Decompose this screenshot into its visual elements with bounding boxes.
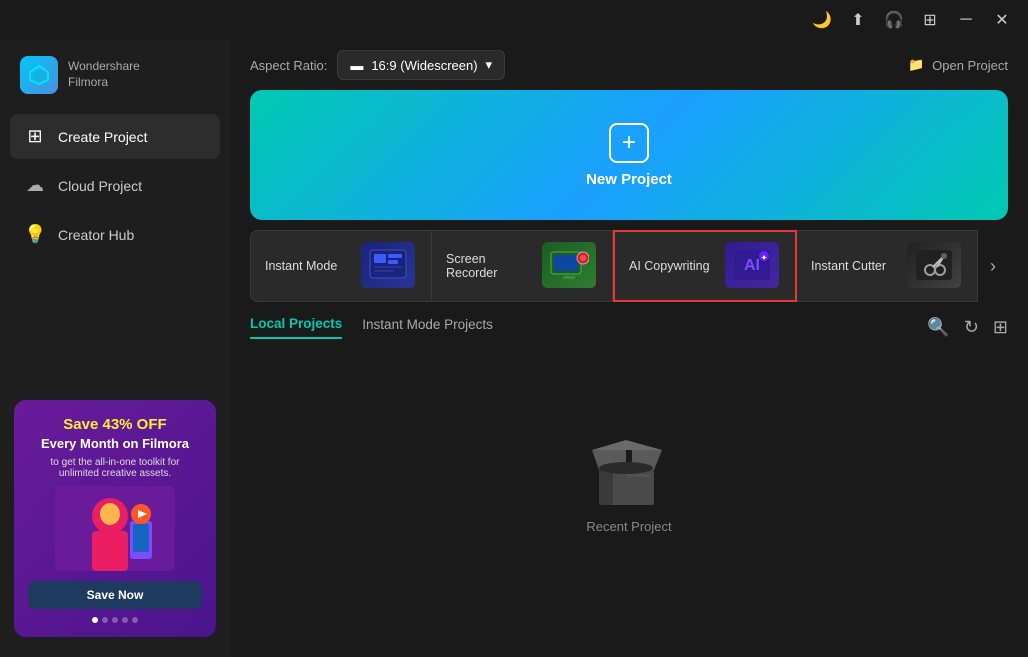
new-project-hero[interactable]: + New Project: [250, 90, 1008, 220]
sidebar-item-creator-hub[interactable]: 💡 Creator Hub: [10, 212, 220, 257]
instant-mode-icon: [361, 242, 415, 288]
screen-recorder-label: Screen Recorder: [446, 252, 536, 280]
new-project-label: New Project: [586, 171, 672, 188]
ad-dot-1: [92, 617, 98, 623]
instant-cutter-label: Instant Cutter: [811, 259, 886, 273]
grid-view-icon[interactable]: ⊞: [993, 317, 1008, 338]
aspect-ratio-icon: ▬: [350, 58, 363, 73]
mode-card-instant-mode[interactable]: Instant Mode HOT: [250, 230, 432, 302]
sidebar-ad: Save 43% OFF Every Month on Filmora to g…: [14, 400, 216, 637]
sidebar-item-cloud-project[interactable]: ☁ Cloud Project: [10, 163, 220, 208]
sidebar-item-label: Creator Hub: [58, 227, 134, 243]
mode-card-screen-recorder[interactable]: Screen Recorder: [432, 230, 613, 302]
ad-image-area: [28, 483, 202, 573]
ad-subtitle: to get the all-in-one toolkit forunlimit…: [28, 457, 202, 479]
sidebar-item-create-project[interactable]: ⊞ Create Project: [10, 114, 220, 159]
folder-icon: 📁: [908, 57, 924, 73]
new-project-plus-icon: +: [609, 123, 649, 163]
sidebar-item-label: Create Project: [58, 129, 147, 145]
screen-recorder-image: [542, 242, 598, 290]
main-content: Aspect Ratio: ▬ 16:9 (Widescreen) ▾ 📁 Op…: [230, 40, 1028, 657]
aspect-ratio-area: Aspect Ratio: ▬ 16:9 (Widescreen) ▾: [250, 50, 505, 80]
screen-recorder-icon: [542, 242, 596, 288]
chevron-down-icon: ▾: [486, 57, 493, 73]
projects-actions: 🔍 ↻ ⊞: [927, 317, 1008, 338]
ad-dot-4: [122, 617, 128, 623]
new-project-inner: + New Project: [586, 123, 672, 188]
sidebar-item-label: Cloud Project: [58, 178, 142, 194]
create-project-icon: ⊞: [24, 126, 46, 147]
instant-cutter-image: [907, 242, 963, 290]
ai-copywriting-label: AI Copywriting: [629, 259, 710, 273]
open-project-button[interactable]: 📁 Open Project: [908, 57, 1008, 73]
aspect-ratio-selector[interactable]: ▬ 16:9 (Widescreen) ▾: [337, 50, 505, 80]
aspect-ratio-value: 16:9 (Widescreen): [371, 58, 477, 73]
mode-card-ai-copywriting[interactable]: AI Copywriting AI ✦: [613, 230, 797, 302]
instant-mode-label: Instant Mode: [265, 259, 337, 273]
logo-text: Wondershare Filmora: [68, 59, 140, 90]
ad-dots: [28, 617, 202, 623]
cloud-icon: ☁: [24, 175, 46, 196]
ad-dot-3: [112, 617, 118, 623]
sidebar-nav: ⊞ Create Project ☁ Cloud Project 💡 Creat…: [0, 114, 230, 257]
minimize-icon[interactable]: ─: [952, 6, 980, 34]
projects-empty: Recent Project: [250, 339, 1008, 657]
ad-save-button[interactable]: Save Now: [28, 581, 202, 609]
tab-instant-mode-projects[interactable]: Instant Mode Projects: [362, 317, 493, 338]
tab-local-projects[interactable]: Local Projects: [250, 316, 342, 339]
sun-icon[interactable]: 🌙: [808, 6, 836, 34]
grid-icon[interactable]: ⊞: [916, 6, 944, 34]
tabs: Local Projects Instant Mode Projects: [250, 316, 493, 339]
sidebar: Wondershare Filmora ⊞ Create Project ☁ C…: [0, 40, 230, 657]
instant-cutter-icon: [907, 242, 961, 288]
more-arrow[interactable]: ›: [978, 230, 1008, 302]
lightbulb-icon: 💡: [24, 224, 46, 245]
ad-dot-5: [132, 617, 138, 623]
headphone-icon[interactable]: 🎧: [880, 6, 908, 34]
app-logo-icon: [20, 56, 58, 94]
app-body: Wondershare Filmora ⊞ Create Project ☁ C…: [0, 40, 1028, 657]
svg-text:✦: ✦: [761, 254, 767, 262]
svg-text:AI: AI: [744, 257, 760, 274]
aspect-ratio-label: Aspect Ratio:: [250, 58, 327, 73]
empty-state-icon: [584, 432, 674, 507]
cloud-download-icon[interactable]: ⬆: [844, 6, 872, 34]
empty-state-label: Recent Project: [586, 519, 671, 534]
open-project-label: Open Project: [932, 58, 1008, 73]
ad-dot-2: [102, 617, 108, 623]
projects-header: Local Projects Instant Mode Projects 🔍 ↻…: [250, 316, 1008, 339]
projects-section: Local Projects Instant Mode Projects 🔍 ↻…: [250, 316, 1008, 657]
close-icon[interactable]: ✕: [988, 6, 1016, 34]
ad-title: Save 43% OFF Every Month on Filmora: [28, 414, 202, 453]
ai-copywriting-icon: AI ✦: [725, 242, 779, 288]
refresh-icon[interactable]: ↻: [964, 317, 979, 338]
instant-mode-image: HOT: [361, 242, 417, 290]
ai-copywriting-image: AI ✦: [725, 242, 781, 290]
logo-area: Wondershare Filmora: [0, 40, 230, 114]
search-icon[interactable]: 🔍: [927, 317, 949, 338]
titlebar: 🌙 ⬆ 🎧 ⊞ ─ ✕: [0, 0, 1028, 40]
mode-card-instant-cutter[interactable]: Instant Cutter: [797, 230, 978, 302]
mode-cards: Instant Mode HOT: [250, 230, 1008, 302]
main-header: Aspect Ratio: ▬ 16:9 (Widescreen) ▾ 📁 Op…: [230, 40, 1028, 90]
